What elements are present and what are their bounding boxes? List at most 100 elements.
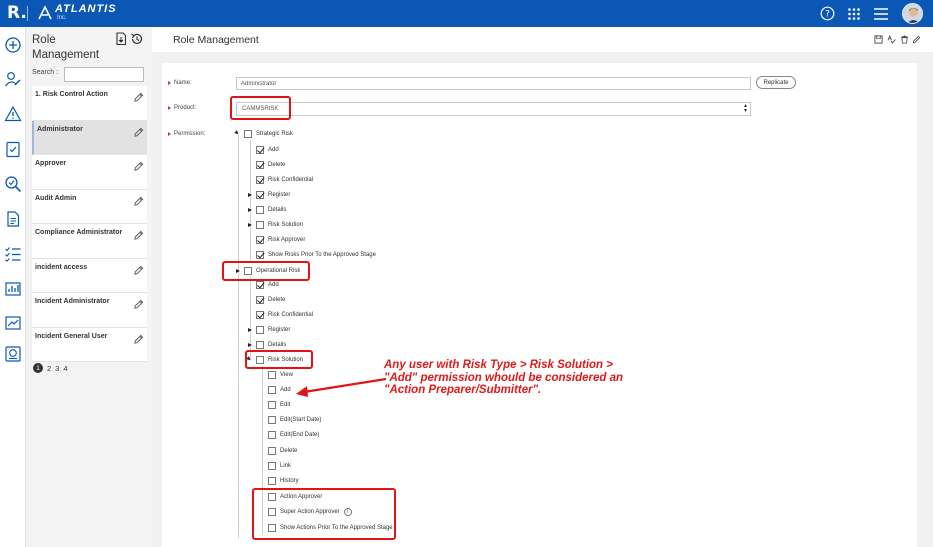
permission-label: Add: [268, 282, 279, 288]
tree-node: Register: [248, 190, 290, 200]
page-4-link[interactable]: 4: [63, 364, 67, 373]
pencil-edit-icon[interactable]: [133, 265, 144, 276]
page-1-current[interactable]: 1: [33, 363, 43, 373]
permission-checkbox[interactable]: [268, 416, 276, 424]
role-list: 1. Risk Control Action Administrator App…: [32, 86, 147, 362]
expand-triangle-icon[interactable]: [248, 222, 252, 227]
permission-checkbox[interactable]: [256, 341, 264, 349]
expand-triangle-icon[interactable]: [248, 192, 252, 197]
permission-checkbox[interactable]: [256, 296, 264, 304]
annotation-arrow-icon: [296, 377, 387, 397]
permission-checkbox[interactable]: [268, 431, 276, 439]
history-icon[interactable]: [130, 32, 144, 46]
list-item-label: Approver: [35, 160, 67, 167]
atlantis-logo-icon: [38, 5, 52, 20]
delete-icon[interactable]: [900, 35, 909, 44]
permission-checkbox[interactable]: [256, 146, 264, 154]
expand-triangle-icon[interactable]: [248, 342, 252, 347]
permission-label: Strategic Risk: [256, 131, 294, 137]
permission-checkbox[interactable]: [268, 447, 276, 455]
highlight-risk-solution-box: [245, 350, 313, 369]
permission-checkbox[interactable]: [268, 477, 276, 485]
permission-checkbox[interactable]: [244, 130, 252, 138]
page-3-link[interactable]: 3: [55, 364, 59, 373]
tree-node: Risk Approver: [256, 235, 305, 245]
list-item-selected[interactable]: Administrator: [32, 120, 147, 155]
search-label: Search :: [32, 69, 59, 76]
list-item-label: 1. Risk Control Action: [35, 91, 108, 98]
permission-checkbox[interactable]: [256, 311, 264, 319]
expand-triangle-icon[interactable]: [248, 207, 252, 212]
help-icon[interactable]: ?: [818, 4, 837, 23]
document-icon[interactable]: [4, 210, 22, 228]
page-2-link[interactable]: 2: [47, 364, 51, 373]
pencil-edit-icon[interactable]: [133, 334, 144, 345]
list-item[interactable]: Compliance Administrator: [32, 224, 147, 259]
list-item[interactable]: Audit Admin: [32, 189, 147, 224]
name-field[interactable]: [236, 77, 751, 90]
permission-label: Details: [268, 342, 287, 348]
spellcheck-icon[interactable]: [887, 35, 896, 44]
tree-node: Details: [248, 205, 286, 215]
user-edit-icon[interactable]: [4, 70, 22, 88]
trend-chart-icon[interactable]: [4, 314, 22, 332]
permission-checkbox[interactable]: [256, 236, 264, 244]
permission-checkbox[interactable]: [268, 462, 276, 470]
annotation-note: Any user with Risk Type > Risk Solution …: [384, 359, 624, 396]
tree-node: Add: [256, 145, 279, 155]
hamburger-menu-icon[interactable]: [871, 4, 890, 23]
permission-checkbox[interactable]: [256, 206, 264, 214]
tree-node: Edit(Start Date): [268, 415, 321, 425]
pencil-edit-icon[interactable]: [133, 230, 144, 241]
permission-checkbox[interactable]: [268, 386, 276, 394]
name-label: Name:: [168, 80, 192, 86]
apps-grid-icon[interactable]: [844, 4, 863, 23]
expand-triangle-icon[interactable]: [248, 327, 252, 332]
tree-guide-line: [238, 135, 239, 538]
pencil-edit-icon[interactable]: [133, 92, 144, 103]
permission-checkbox[interactable]: [256, 221, 264, 229]
pencil-edit-icon[interactable]: [133, 161, 144, 172]
permission-checkbox[interactable]: [256, 326, 264, 334]
search-input[interactable]: [64, 67, 144, 82]
list-item[interactable]: Approver: [32, 155, 147, 190]
permission-checkbox[interactable]: [256, 191, 264, 199]
permission-checkbox[interactable]: [256, 176, 264, 184]
replicate-button[interactable]: Replicate: [756, 76, 796, 89]
tree-node: Edit(End Date): [268, 430, 319, 440]
list-item-label: Audit Admin: [35, 194, 77, 202]
pencil-edit-icon[interactable]: [133, 299, 144, 310]
dashboard-icon[interactable]: [4, 345, 22, 363]
list-item-label: Incident Administrator: [35, 298, 110, 305]
report-chart-icon[interactable]: [4, 280, 22, 298]
clipboard-check-icon[interactable]: [4, 140, 22, 158]
permission-checkbox[interactable]: [256, 161, 264, 169]
permission-checkbox[interactable]: [256, 251, 264, 259]
user-avatar[interactable]: [902, 3, 923, 24]
brand-divider: [27, 6, 28, 21]
tree-node: Edit: [268, 400, 290, 410]
list-item-label: Incident General User: [35, 332, 108, 340]
tree-node: Link: [268, 461, 291, 471]
permission-checkbox[interactable]: [268, 401, 276, 409]
permission-checkbox[interactable]: [256, 281, 264, 289]
checklist-icon[interactable]: [4, 245, 22, 263]
list-item[interactable]: Incident Administrator: [32, 293, 147, 328]
product-select[interactable]: CAMMSRISK ▴ ▾: [236, 102, 751, 116]
warning-icon[interactable]: [4, 105, 22, 123]
save-icon[interactable]: [874, 35, 883, 44]
add-circle-icon[interactable]: [4, 36, 22, 54]
list-item[interactable]: 1. Risk Control Action: [32, 86, 147, 121]
pencil-edit-icon[interactable]: [133, 196, 144, 207]
pencil-edit-icon[interactable]: [133, 127, 144, 138]
list-item[interactable]: incident access: [32, 258, 147, 293]
permission-checkbox[interactable]: [268, 371, 276, 379]
permission-label: Delete: [280, 448, 298, 454]
search-check-icon[interactable]: [4, 175, 22, 193]
document-sync-icon[interactable]: [114, 32, 128, 46]
edit-icon[interactable]: [912, 35, 921, 44]
brand-subtitle: Inc.: [57, 15, 67, 21]
list-item[interactable]: Incident General User: [32, 327, 147, 362]
tree-node: Register: [248, 325, 290, 335]
list-item-label: incident access: [35, 263, 88, 271]
